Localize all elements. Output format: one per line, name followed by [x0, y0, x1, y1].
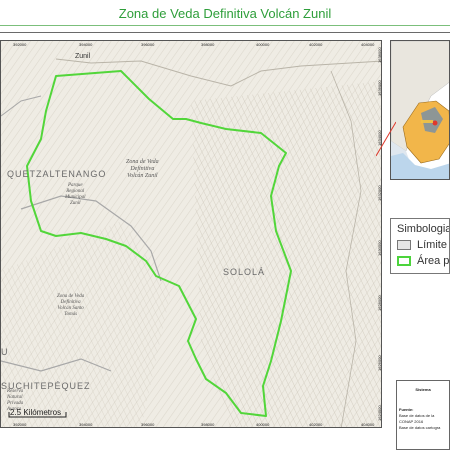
scale-bar-label: 2.5 Kilómetros: [10, 408, 62, 417]
x-tick-label-bottom: 396000: [141, 422, 155, 427]
inset-connector-line: [376, 121, 396, 157]
title-divider: [0, 25, 450, 26]
legend-swatch: [397, 240, 411, 250]
terrain-map-svg: [1, 41, 381, 427]
map-title: Zona de Veda Definitiva Volcán Zunil: [118, 5, 332, 21]
info-line: Base de datos cartogra: [399, 425, 441, 430]
legend-panel: Simbologia Límite Área pr: [390, 218, 450, 274]
area-label-volcan-zunil: Zona de Veda Definitiva Volcán Zunil: [126, 159, 159, 179]
department-label-fragment: U: [1, 347, 9, 357]
info-panel: Sistema Fuente: Base de datos de la CONA…: [396, 380, 450, 450]
locator-inset-map[interactable]: [390, 40, 450, 180]
x-tick-label: 402000: [309, 42, 323, 47]
info-line: Base de datos de la: [399, 413, 435, 418]
department-label-solola: SOLOLÁ: [223, 267, 266, 277]
x-tick-label: 398000: [201, 42, 215, 47]
main-map[interactable]: 392000 394000 396000 398000 400000 40200…: [0, 40, 382, 428]
x-tick-label: 394000: [79, 42, 93, 47]
x-tick-label: 396000: [141, 42, 155, 47]
x-tick-label-bottom: 398000: [201, 422, 215, 427]
legend-item-label: Límite: [417, 239, 447, 251]
x-tick-label: 392000: [13, 42, 27, 47]
legend-item-area: Área pr: [397, 255, 450, 267]
area-label-santo-tomas: Zona de Veda Definitiva Volcán Santo Tom…: [57, 294, 85, 317]
locator-inset-svg: [391, 41, 449, 179]
area-label-parque-regional: Parque Regional Municipal Zunil: [65, 183, 86, 206]
info-heading: Sistema: [415, 387, 431, 392]
info-line: CONAP 2016: [399, 419, 424, 424]
town-label-zunil: Zunil: [75, 53, 91, 60]
location-marker: [432, 120, 438, 126]
x-tick-label: 400000: [256, 42, 270, 47]
x-tick-label: 404000: [361, 42, 375, 47]
x-tick-label-bottom: 404000: [361, 422, 375, 427]
terrain-hillshade-east: [191, 81, 381, 427]
legend-swatch: [397, 256, 411, 266]
x-tick-label-bottom: 402000: [309, 422, 323, 427]
department-label-quetzaltenango: QUETZALTENANGO: [7, 169, 107, 179]
info-line: Fuente:: [399, 407, 414, 412]
legend-title: Simbologia: [397, 223, 450, 235]
legend-item-limite: Límite: [397, 239, 447, 251]
x-tick-label-bottom: 394000: [79, 422, 93, 427]
scale-bar: 2.5 Kilómetros: [8, 406, 68, 424]
legend-item-label: Área pr: [417, 255, 450, 267]
x-tick-label-bottom: 400000: [256, 422, 270, 427]
